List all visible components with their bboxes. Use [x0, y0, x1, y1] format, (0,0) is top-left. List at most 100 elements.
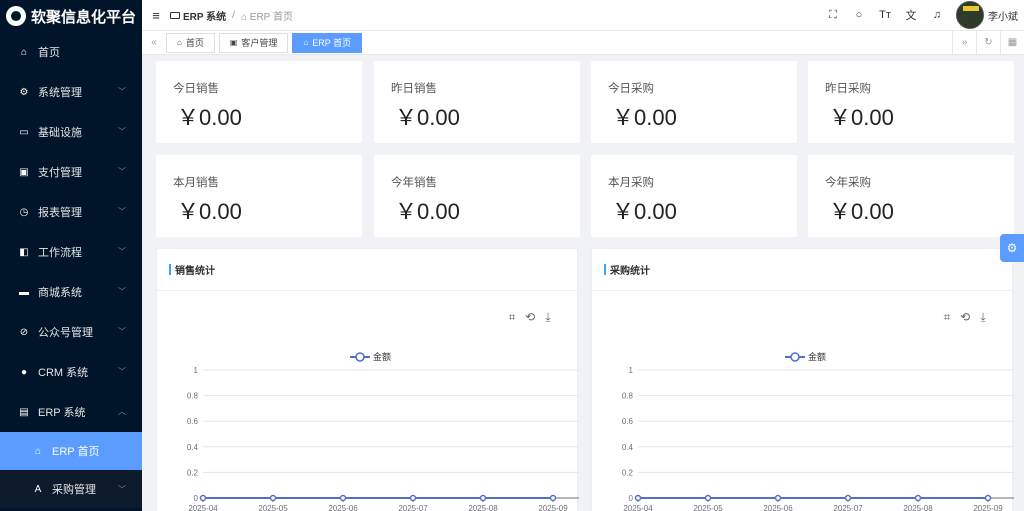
sidebar-item[interactable]: ▬ 商城系统 ﹀ — [0, 272, 142, 312]
y-tick-label: 0 — [629, 494, 634, 503]
sales-chart-title: 销售统计 — [175, 266, 215, 277]
stat-value: ￥0.00 — [829, 199, 894, 224]
data-point[interactable] — [409, 494, 417, 502]
data-point[interactable] — [984, 494, 992, 502]
sidebar-item[interactable]: ▤ ERP 系统 ︿ — [0, 392, 142, 432]
data-point[interactable] — [339, 494, 347, 502]
y-tick-label: 0 — [194, 494, 199, 503]
erp-icon — [170, 11, 180, 19]
username[interactable]: 李小斌 — [988, 8, 1018, 23]
legend-item[interactable]: 金额 — [350, 351, 391, 362]
x-tick-label: 2025-09 — [973, 504, 1003, 511]
app-logo[interactable]: 软聚信息化平台 — [0, 0, 142, 32]
data-point[interactable] — [914, 494, 922, 502]
settings-gear-icon[interactable]: ⚙ — [1000, 234, 1024, 262]
chevron-down-icon: ﹀ — [118, 485, 126, 494]
title-accent — [169, 264, 171, 275]
crop-icon[interactable]: ⌗ — [509, 310, 516, 324]
sidebar-subitem[interactable]: A 采购管理 ﹀ — [0, 470, 142, 508]
data-point[interactable] — [774, 494, 782, 502]
data-point[interactable] — [549, 494, 557, 502]
chevron-down-icon: ﹀ — [118, 327, 126, 336]
chevron-down-icon: ﹀ — [118, 127, 126, 136]
tab-label: 首页 — [185, 38, 204, 48]
restore-icon[interactable]: ⟲ — [525, 310, 535, 324]
sidebar-item[interactable]: ⌂ 首页 — [0, 32, 142, 72]
home-icon: ⌂ — [177, 38, 182, 47]
x-tick-label: 2025-07 — [398, 504, 428, 511]
data-point[interactable] — [479, 494, 487, 502]
home-icon: ⌂ — [20, 46, 28, 58]
tab-label: ERP 首页 — [312, 38, 352, 48]
fullscreen-icon[interactable]: ⛶ — [820, 9, 846, 22]
y-tick-label: 0.2 — [187, 468, 199, 477]
sidebar-item-label: CRM 系统 — [38, 367, 89, 379]
legend-marker — [790, 352, 800, 362]
stat-value: ￥0.00 — [829, 105, 894, 130]
tab-item[interactable]: ⌂ 首页 — [166, 32, 215, 53]
sidebar-item[interactable]: ◷ 报表管理 ﹀ — [0, 192, 142, 232]
tags-view: « ⌂ 首页 ▣ 客户管理 ⌂ ERP 首页 » ↻ ▦ — [142, 30, 1024, 55]
sales-line-chart: ⌗ ⟲ ⤓ 金额 0 0.2 0.4 0.6 0.8 1 2025-04 2025-05 2025-06… — [187, 310, 579, 511]
sidebar-item[interactable]: ● CRM 系统 ﹀ — [0, 352, 142, 392]
download-icon[interactable]: ⤓ — [980, 310, 986, 324]
top-actions: ⛶ ○ Tт 文 ♫ 李小斌 — [820, 1, 1024, 29]
legend-item[interactable]: 金额 — [785, 351, 826, 362]
avatar[interactable] — [956, 1, 984, 29]
menu-toggle-icon[interactable]: ≡ — [142, 8, 170, 23]
y-tick-label: 0.6 — [622, 417, 634, 426]
x-tick-label: 2025-08 — [903, 504, 933, 511]
translate-icon[interactable]: 文 — [898, 7, 924, 23]
purchase-chart-card: 采购统计 ⌗ ⟲ ⤓ 金额 0 0.2 0.4 0.6 0.8 1 2025-04 2025-05 20… — [591, 248, 1014, 511]
download-icon[interactable]: ⤓ — [545, 310, 551, 324]
purchase-chart-title: 采购统计 — [610, 266, 650, 277]
font-size-icon[interactable]: Tт — [872, 9, 898, 21]
title-accent — [604, 264, 606, 275]
search-icon[interactable]: ○ — [846, 9, 872, 21]
erp-icon: ▤ — [19, 406, 29, 418]
sidebar-item[interactable]: ▭ 基础设施 ﹀ — [0, 112, 142, 152]
x-tick-label: 2025-07 — [833, 504, 863, 511]
chevron-down-icon: ﹀ — [118, 287, 126, 296]
data-point[interactable] — [844, 494, 852, 502]
stat-card: 本月采购 ￥0.00 — [591, 155, 797, 237]
breadcrumb-item[interactable]: ERP 系统 — [170, 8, 226, 23]
legend-marker — [355, 352, 365, 362]
tab-item[interactable]: ⌂ ERP 首页 — [292, 32, 363, 53]
report-icon: ◷ — [19, 206, 29, 218]
bell-icon[interactable]: ♫ — [924, 9, 950, 21]
data-point[interactable] — [269, 494, 277, 502]
sidebar-subitem-label: ERP 首页 — [52, 446, 100, 458]
tabs-scroll-left-icon[interactable]: « — [142, 37, 166, 48]
sidebar-item-label: 商城系统 — [38, 287, 82, 299]
breadcrumb-item-current: ⌂ ERP 首页 — [240, 11, 293, 23]
payment-icon: ▣ — [19, 166, 29, 178]
sidebar-item-label: 支付管理 — [38, 167, 82, 179]
data-point[interactable] — [704, 494, 712, 502]
tab-item[interactable]: ▣ 客户管理 — [218, 32, 289, 53]
stat-card: 今年销售 ￥0.00 — [374, 155, 580, 237]
legend-label: 金额 — [808, 351, 826, 362]
stat-label: 昨日销售 — [391, 83, 437, 95]
app-name: 软聚信息化平台 — [31, 8, 137, 26]
y-tick-label: 0.8 — [622, 392, 634, 401]
data-point[interactable] — [634, 494, 642, 502]
sidebar-menu: ⌂ 首页 ⚙ 系统管理 ﹀ ▭ 基础设施 ﹀ ▣ 支付管理 ﹀ ◷ 报表管理 ﹀ ◧ 工作流程 ﹀ ▬ 商城系统 ﹀ ⊘… — [0, 32, 142, 508]
grid-menu-icon[interactable]: ▦ — [1000, 30, 1024, 55]
sidebar-item[interactable]: ▣ 支付管理 ﹀ — [0, 152, 142, 192]
stat-label: 今年销售 — [391, 177, 437, 189]
erp-submenu: ⌂ ERP 首页 A 采购管理 ﹀ — [0, 432, 142, 508]
sidebar-item[interactable]: ◧ 工作流程 ﹀ — [0, 232, 142, 272]
x-tick-label: 2025-06 — [763, 504, 793, 511]
refresh-icon[interactable]: ↻ — [976, 30, 1000, 55]
restore-icon[interactable]: ⟲ — [960, 310, 970, 324]
tabs-scroll-right-icon[interactable]: » — [952, 30, 976, 55]
stat-card: 昨日销售 ￥0.00 — [374, 61, 580, 143]
sidebar-item[interactable]: ⚙ 系统管理 ﹀ — [0, 72, 142, 112]
y-tick-label: 1 — [194, 366, 199, 375]
purchase-icon: A — [34, 483, 42, 495]
crop-icon[interactable]: ⌗ — [944, 310, 951, 324]
sidebar-subitem[interactable]: ⌂ ERP 首页 — [0, 432, 142, 470]
sidebar-item[interactable]: ⊘ 公众号管理 ﹀ — [0, 312, 142, 352]
data-point[interactable] — [199, 494, 207, 502]
